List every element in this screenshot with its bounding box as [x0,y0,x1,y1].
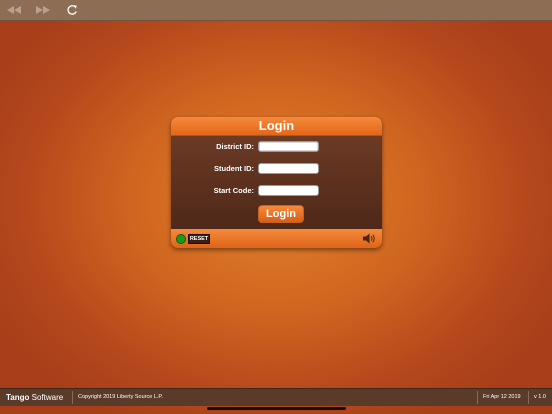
student-id-input[interactable] [258,163,319,174]
status-indicator-icon [176,234,186,244]
login-title: Login [171,117,382,136]
divider [477,391,478,404]
browser-toolbar [0,0,552,21]
divider [528,391,529,404]
student-id-label: Student ID: [214,164,254,173]
login-footer: RESET [171,229,382,248]
forward-button[interactable] [34,3,52,17]
district-id-row: District ID: [171,140,382,154]
start-code-row: Start Code: [171,184,382,198]
reload-button[interactable] [63,3,81,17]
version-text: v 1.0 [534,394,546,400]
speaker-icon[interactable] [363,233,376,244]
back-icon [7,6,21,14]
home-indicator[interactable] [207,407,346,410]
student-id-row: Student ID: [171,162,382,176]
reset-button[interactable]: RESET [188,234,210,244]
district-id-input[interactable] [258,141,319,152]
forward-icon [36,6,50,14]
login-panel: Login District ID: Student ID: Start Cod… [171,117,382,248]
start-code-label: Start Code: [213,186,254,195]
back-button[interactable] [5,3,23,17]
brand-name-bold: Tango [6,393,30,402]
district-id-label: District ID: [216,142,254,151]
copyright-text: Copyright 2019 Liberty Source L.P. [78,394,163,400]
brand-logo: Tango Software [6,389,63,406]
divider [72,391,73,404]
reload-icon [67,5,77,15]
status-bar: Tango Software Copyright 2019 Liberty So… [0,388,552,406]
brand-name-rest: Software [29,393,64,402]
login-button[interactable]: Login [258,205,304,223]
start-code-input[interactable] [258,185,319,196]
date-text: Fri Apr 12 2019 [483,394,521,400]
